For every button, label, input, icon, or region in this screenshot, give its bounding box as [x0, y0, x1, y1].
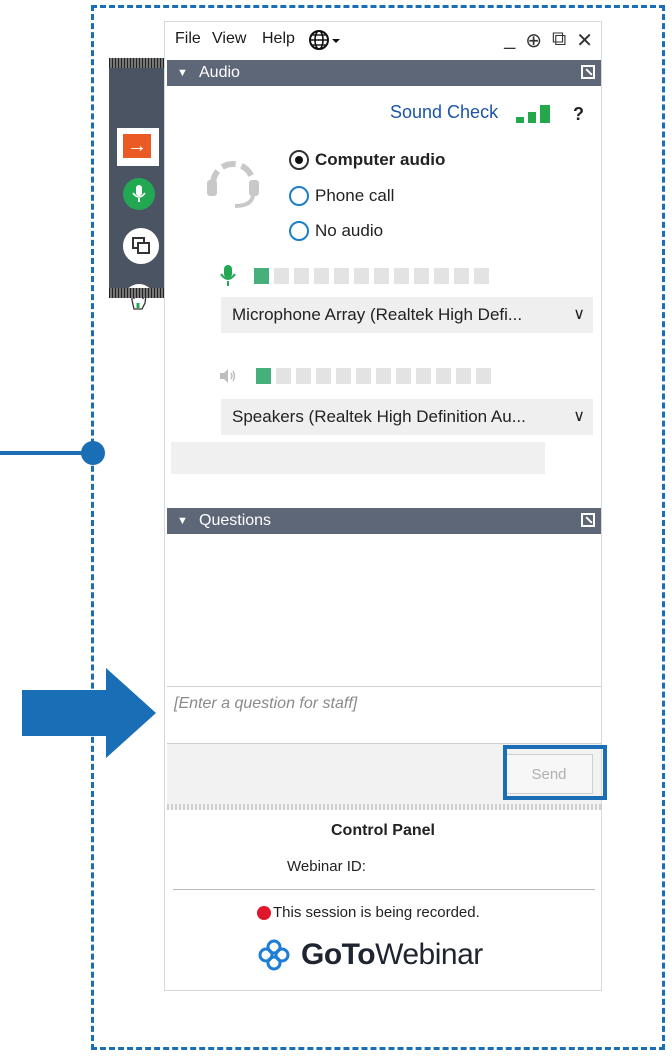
no-audio-option[interactable]: No audio [289, 221, 383, 241]
recording-text: This session is being recorded. [273, 904, 480, 921]
level-cell [374, 268, 389, 284]
footer-divider [173, 889, 595, 890]
collapse-triangle-icon: ▼ [177, 67, 188, 79]
level-cell [314, 268, 329, 284]
pointer-arrow-icon [22, 668, 156, 758]
level-cell [456, 368, 471, 384]
audio-info-strip [171, 442, 545, 474]
speaker-icon [220, 369, 236, 383]
radio-phone-call[interactable] [289, 186, 309, 206]
mute-button[interactable] [117, 178, 157, 218]
audio-help-button[interactable]: ? [573, 104, 584, 125]
exit-button[interactable]: → [109, 128, 164, 168]
chevron-down-icon: ∨ [573, 306, 585, 323]
level-cell [254, 268, 269, 284]
level-cell [396, 368, 411, 384]
recording-notice: This session is being recorded. [257, 904, 480, 921]
level-cell [276, 368, 291, 384]
level-cell [476, 368, 491, 384]
microphone-level-meter [220, 265, 489, 287]
level-cell [294, 268, 309, 284]
brand-bold: GoTo [301, 938, 376, 971]
gotowebinar-logo: GoToWebinar [257, 938, 483, 972]
control-panel-title: Control Panel [330, 822, 435, 839]
popout-icon[interactable] [581, 513, 595, 527]
phone-call-label: Phone call [315, 186, 395, 205]
callout-dot [81, 441, 105, 465]
sound-check-link[interactable]: Sound Check [390, 102, 498, 123]
headset-icon [207, 161, 259, 208]
computer-audio-label: Computer audio [315, 150, 446, 169]
speaker-level-meter [220, 368, 491, 384]
popout-window-button[interactable]: ⧉ [552, 28, 566, 53]
level-cell [256, 368, 271, 384]
level-cell [356, 368, 371, 384]
brand-name: GoToWebinar [301, 938, 483, 972]
brand-light: Webinar [375, 938, 483, 971]
questions-header-title: Questions [199, 512, 272, 529]
callout-line [0, 451, 92, 455]
level-cell [394, 268, 409, 284]
level-cell [316, 368, 331, 384]
globe-icon[interactable] [308, 28, 344, 52]
popout-icon[interactable] [581, 65, 595, 79]
close-button[interactable]: ✕ [576, 28, 593, 53]
level-cell [474, 268, 489, 284]
recording-dot-icon [257, 905, 271, 920]
questions-log [167, 534, 601, 684]
toolbar-grip[interactable] [109, 58, 164, 68]
radio-no-audio[interactable] [289, 221, 309, 241]
control-panel-footer: Control Panel Webinar ID: This session i… [165, 812, 601, 990]
menu-view[interactable]: View [212, 30, 246, 48]
send-highlight-box [503, 745, 607, 800]
window-controls: _ ⊕ ⧉ ✕ [504, 28, 593, 53]
radio-computer-audio[interactable] [289, 150, 309, 170]
exit-icon: → [123, 134, 151, 158]
microphone-select-value: Microphone Array (Realtek High Defi... [232, 305, 523, 324]
microphone-icon [220, 265, 236, 286]
level-cell [274, 268, 289, 284]
microphone-icon [132, 185, 146, 202]
toolbar-grip-bottom[interactable] [109, 288, 164, 298]
level-cell [454, 268, 469, 284]
gotowebinar-logo-icon [258, 939, 290, 971]
webinar-id-label: Webinar ID: [287, 858, 366, 875]
screen-share-button[interactable] [117, 228, 159, 268]
level-cell [354, 268, 369, 284]
level-cell [334, 268, 349, 284]
screen-share-icon [132, 237, 150, 254]
level-cell [416, 368, 431, 384]
chevron-down-icon: ∨ [573, 408, 585, 425]
speaker-select-value: Speakers (Realtek High Definition Au... [232, 407, 526, 426]
question-input[interactable]: [Enter a question for staff] [167, 686, 601, 744]
level-cell [376, 368, 391, 384]
level-cell [296, 368, 311, 384]
computer-audio-option[interactable]: Computer audio [289, 150, 445, 170]
phone-call-option[interactable]: Phone call [289, 186, 394, 206]
no-audio-label: No audio [315, 221, 384, 240]
level-cell [436, 368, 451, 384]
microphone-select[interactable]: Microphone Array (Realtek High Defi... ∨ [221, 297, 593, 333]
speaker-select[interactable]: Speakers (Realtek High Definition Au... … [221, 399, 593, 435]
minimize-button[interactable]: _ [504, 28, 515, 53]
level-cell [336, 368, 351, 384]
menu-help[interactable]: Help [262, 30, 295, 48]
control-panel: File View Help _ ⊕ ⧉ ✕ ▼ Audio Sound Che… [164, 21, 602, 991]
restore-button[interactable]: ⊕ [525, 28, 542, 53]
menu-bar: File View Help _ ⊕ ⧉ ✕ [165, 22, 601, 60]
level-cell [414, 268, 429, 284]
signal-strength-icon [516, 105, 556, 123]
collapse-triangle-icon: ▼ [177, 515, 188, 527]
audio-header[interactable]: ▼ Audio [167, 60, 601, 86]
audio-header-title: Audio [199, 64, 240, 81]
level-cell [434, 268, 449, 284]
side-toolbar: → [109, 58, 164, 316]
questions-header[interactable]: ▼ Questions [167, 508, 601, 534]
resize-grip[interactable] [167, 804, 601, 810]
menu-file[interactable]: File [175, 30, 201, 48]
